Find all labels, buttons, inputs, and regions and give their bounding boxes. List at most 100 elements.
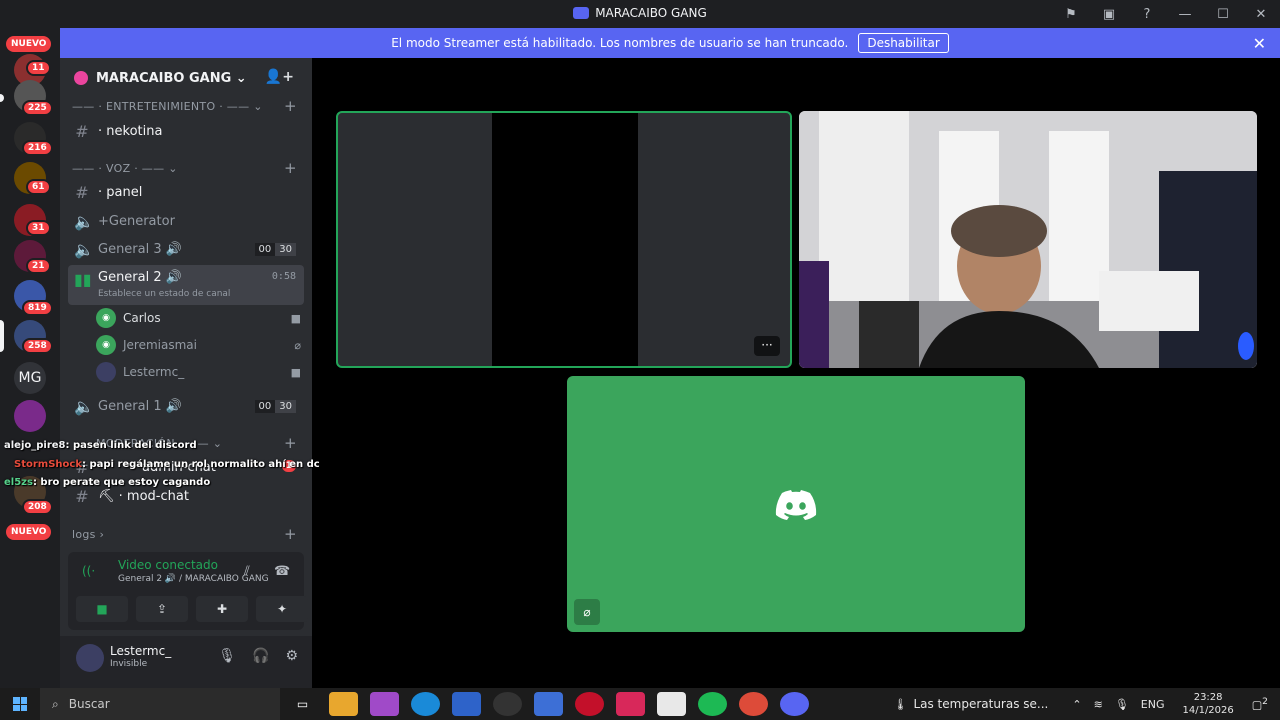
start-button[interactable] [13, 697, 27, 711]
tiktok-icon[interactable] [616, 692, 645, 716]
channel-generator[interactable]: 🔈 + Generator [68, 208, 304, 234]
taskbar-search[interactable]: ⌕ Buscar [40, 688, 280, 720]
notification-icon[interactable]: ▢2 [1252, 696, 1268, 712]
webcam-tile[interactable] [799, 111, 1257, 368]
server-icon[interactable] [14, 400, 46, 432]
stream-content [492, 113, 638, 366]
stream-icon[interactable]: ▣ [1090, 7, 1128, 22]
channel-general-1[interactable]: 🔈 General 1 🔊 00 30 [68, 393, 304, 419]
file-explorer-icon[interactable] [329, 692, 358, 716]
edge-icon[interactable] [411, 692, 440, 716]
opera-icon[interactable] [575, 692, 604, 716]
text-channel-icon: # [75, 182, 89, 202]
add-channel-icon[interactable]: + [284, 97, 297, 115]
wifi-icon[interactable]: ≋ [1094, 698, 1103, 711]
user-limit: 00 30 [254, 242, 296, 256]
streamer-mode-banner: El modo Streamer está habilitado. Los no… [60, 28, 1280, 58]
close-banner-icon[interactable]: ✕ [1253, 34, 1266, 53]
signal-icon[interactable]: ((· [82, 564, 95, 578]
selected-pip [0, 320, 4, 352]
category-label: logs › [72, 528, 105, 541]
window-title-text: MARACAIBO GANG [595, 6, 707, 20]
inbox-flag-icon[interactable]: ⚑ [1052, 7, 1090, 22]
category-entretenimiento[interactable]: —— · ENTRETENIMIENTO · —— ⌄ + [72, 97, 297, 115]
text-channel-icon: # [75, 121, 89, 141]
chat-message: : bro perate que estoy cagando [32, 477, 211, 488]
search-placeholder: Buscar [68, 697, 110, 711]
server-header[interactable]: MARACAIBO GANG ⌄ 👤+ [60, 58, 312, 98]
channel-status-prompt[interactable]: Establece un estado de canal [98, 289, 230, 299]
user-status: Invisible [110, 659, 148, 669]
channel-label: General 2 [98, 270, 162, 285]
screen-share-button[interactable]: ⇪ [136, 596, 188, 622]
copilot-icon[interactable] [370, 692, 399, 716]
mention-badge: 216 [22, 140, 53, 156]
category-logs[interactable]: logs › + [72, 525, 297, 543]
user-tile-carlos[interactable]: ⌀ [567, 376, 1025, 632]
channel-nekotina[interactable]: # · nekotina [68, 118, 304, 144]
camera-button[interactable]: ■ [76, 596, 128, 622]
search-icon: ⌕ [52, 696, 59, 711]
maximize-button[interactable]: ☐ [1204, 7, 1242, 22]
mention-badge: 819 [22, 300, 53, 316]
voice-user[interactable]: Lestermc_ ■ [96, 360, 301, 384]
spotify-icon[interactable] [698, 692, 727, 716]
avatar[interactable] [76, 644, 104, 672]
soundboard-button[interactable]: ✦ [256, 596, 308, 622]
category-voz[interactable]: —— · VOZ · —— ⌄ + [72, 159, 297, 177]
chrome-icon[interactable] [739, 692, 768, 716]
clock[interactable]: 23:28 14/1/2026 [1182, 691, 1233, 717]
discord-avatar-icon: ◉ [96, 308, 116, 328]
language-indicator[interactable]: ENG [1141, 698, 1165, 711]
taskbar-apps: ▭ [288, 692, 809, 716]
server-list: NUEVO 11 225 216 61 31 21 819 258 MG 208… [0, 28, 60, 688]
voice-status[interactable]: Video conectado [118, 558, 218, 572]
notepad-icon[interactable] [657, 692, 686, 716]
voice-user[interactable]: ◉ Jeremiasmai ⌀ [96, 333, 301, 357]
mic-tray-icon[interactable]: 🎙 [1115, 698, 1129, 711]
server-logo-icon [573, 7, 590, 19]
server-icon-mg[interactable]: MG [14, 362, 46, 394]
headphones-icon[interactable]: 🎧 [252, 648, 269, 664]
chat-overlay-line: StormShock: papi regálame un rol normali… [14, 459, 320, 470]
chevron-up-icon[interactable]: ⌃ [1072, 698, 1081, 711]
user-controls: 🎙 🎧 ⚙ [218, 648, 298, 664]
minimize-button[interactable]: — [1166, 7, 1204, 22]
voice-user-name: Lestermc_ [123, 365, 185, 379]
voice-connection-panel: ((· Video conectado General 2 🔊 / MARACA… [68, 552, 308, 630]
task-view-icon[interactable]: ▭ [288, 692, 317, 716]
discord-taskbar-icon[interactable] [780, 692, 809, 716]
store-icon[interactable] [534, 692, 563, 716]
discord-avatar-icon: ◉ [96, 335, 116, 355]
webcam-feed [799, 111, 1257, 368]
mail-icon[interactable] [452, 692, 481, 716]
disable-streamer-button[interactable]: Deshabilitar [858, 33, 949, 53]
channel-general-2[interactable]: ▮▮ General 2 🔊 0:58 Establece un estado de … [68, 265, 304, 305]
add-channel-icon[interactable]: + [284, 525, 297, 543]
help-icon[interactable]: ? [1128, 7, 1166, 22]
add-channel-icon[interactable]: + [284, 434, 297, 452]
noise-suppression-icon[interactable]: ⫽ [244, 564, 250, 579]
voice-user[interactable]: ◉ Carlos ■ [96, 306, 301, 330]
screen-share-tile[interactable]: ··· [336, 111, 792, 368]
activities-button[interactable]: ✚ [196, 596, 248, 622]
close-button[interactable]: ✕ [1242, 7, 1280, 22]
server-boost-icon [74, 71, 88, 85]
add-channel-icon[interactable]: + [284, 159, 297, 177]
channel-panel[interactable]: # · panel [68, 179, 304, 205]
voice-activity-icon: ▮▮ [74, 270, 92, 289]
mention-badge: 225 [22, 100, 53, 116]
username[interactable]: Lestermc_ [110, 644, 171, 658]
chat-user: el5zs [4, 477, 33, 488]
weather-text[interactable]: Las temperaturas se... [913, 697, 1048, 711]
user-count: 00 [254, 242, 276, 256]
channel-label: · panel [98, 184, 143, 200]
channel-general-3[interactable]: 🔈 General 3 🔊 00 30 [68, 236, 304, 262]
weather-icon[interactable]: 🌡 [893, 698, 907, 711]
app-icon[interactable] [493, 692, 522, 716]
invite-people-icon[interactable]: 👤+ [265, 69, 294, 85]
more-options-icon[interactable]: ··· [754, 336, 780, 356]
disconnect-icon[interactable]: ☎ [274, 564, 290, 579]
settings-gear-icon[interactable]: ⚙ [285, 648, 298, 664]
microphone-icon[interactable]: 🎙 [218, 648, 236, 664]
